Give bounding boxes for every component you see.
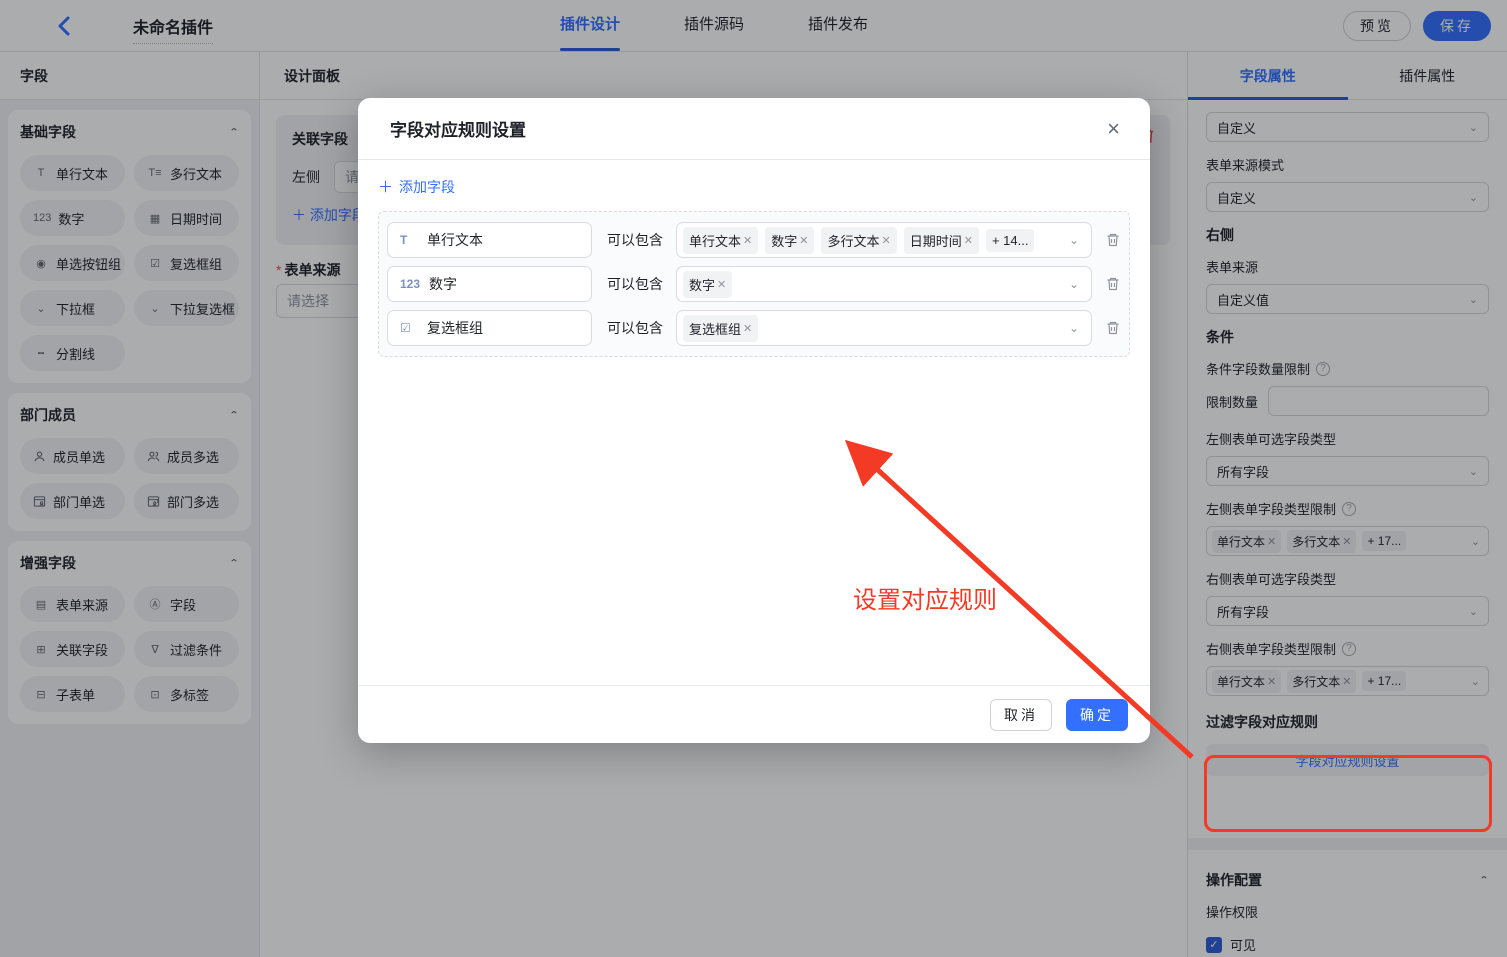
contains-label: 可以包含 (607, 318, 663, 338)
number-icon: 123 (400, 277, 420, 291)
tag-label: 复选框组 (689, 319, 741, 338)
rule-row: 123 数字 可以包含 数字✕ ⌄ (387, 266, 1121, 302)
rule-row: ☑ 复选框组 可以包含 复选框组✕ ⌄ (387, 310, 1121, 346)
type-tag: 复选框组✕ (683, 315, 758, 342)
delete-rule-icon[interactable] (1105, 232, 1121, 248)
remove-tag-icon[interactable]: ✕ (799, 234, 808, 247)
rule-contains-multiselect[interactable]: 单行文本✕ 数字✕ 多行文本✕ 日期时间✕ + 14... ⌄ (676, 222, 1092, 258)
rule-row: T 单行文本 可以包含 单行文本✕ 数字✕ 多行文本✕ 日期时间✕ + 14..… (387, 222, 1121, 258)
rule-contains-multiselect[interactable]: 数字✕ ⌄ (676, 266, 1092, 302)
close-icon[interactable]: × (1107, 118, 1120, 140)
tag-label: 数字 (771, 231, 797, 250)
type-tag: 数字✕ (683, 271, 732, 298)
chevron-down-icon: ⌄ (1069, 233, 1079, 247)
remove-tag-icon[interactable]: ✕ (717, 278, 726, 291)
rule-field-value: 复选框组 (427, 318, 483, 338)
type-tag: 数字✕ (765, 227, 814, 254)
delete-rule-icon[interactable] (1105, 276, 1121, 292)
single-text-icon: T (400, 233, 418, 247)
tag-label: 日期时间 (910, 231, 962, 250)
tag-label: 多行文本 (827, 231, 879, 250)
remove-tag-icon[interactable]: ✕ (964, 234, 973, 247)
plus-icon: ＋ (378, 176, 393, 197)
modal-title: 字段对应规则设置 (390, 116, 1107, 141)
add-field-label: 添加字段 (399, 177, 455, 197)
remove-tag-icon[interactable]: ✕ (881, 234, 890, 247)
modal-add-field-link[interactable]: ＋ 添加字段 (378, 176, 455, 197)
rule-field-value: 单行文本 (427, 230, 483, 250)
contains-label: 可以包含 (607, 274, 663, 294)
tag-label: 数字 (689, 275, 715, 294)
type-tag: 多行文本✕ (821, 227, 896, 254)
rule-list: T 单行文本 可以包含 单行文本✕ 数字✕ 多行文本✕ 日期时间✕ + 14..… (378, 211, 1130, 357)
modal-header: 字段对应规则设置 × (358, 98, 1150, 160)
more-tags-badge: + 14... (986, 229, 1035, 252)
remove-tag-icon[interactable]: ✕ (743, 322, 752, 335)
field-rule-modal: 字段对应规则设置 × ＋添加字段 T 单行文本 可以包含 单行文本✕ 数字✕ 多… (358, 98, 1150, 743)
chevron-down-icon: ⌄ (1069, 321, 1079, 335)
remove-tag-icon[interactable]: ✕ (743, 234, 752, 247)
rule-contains-multiselect[interactable]: 复选框组✕ ⌄ (676, 310, 1092, 346)
rule-field-select[interactable]: T 单行文本 (387, 222, 592, 258)
confirm-button[interactable]: 确定 (1066, 699, 1128, 731)
delete-rule-icon[interactable] (1105, 320, 1121, 336)
modal-body: ＋ 添加字段 T 单行文本 可以包含 单行文本✕ 数字✕ 多行文本✕ 日期时间✕ … (358, 160, 1150, 369)
contains-label: 可以包含 (607, 230, 663, 250)
checkbox-icon: ☑ (400, 321, 418, 335)
rule-field-select[interactable]: ☑ 复选框组 (387, 310, 592, 346)
rule-field-value: 数字 (429, 274, 457, 294)
app-window: 未命名插件 插件设计 插件源码 插件发布 预览 保存 字段 基础字段 ⌃ T单行… (0, 0, 1507, 957)
modal-footer: 取消 确定 (358, 685, 1150, 743)
type-tag: 单行文本✕ (683, 227, 758, 254)
cancel-button[interactable]: 取消 (990, 699, 1052, 731)
chevron-down-icon: ⌄ (1069, 277, 1079, 291)
tag-label: 单行文本 (689, 231, 741, 250)
type-tag: 日期时间✕ (904, 227, 979, 254)
rule-field-select[interactable]: 123 数字 (387, 266, 592, 302)
